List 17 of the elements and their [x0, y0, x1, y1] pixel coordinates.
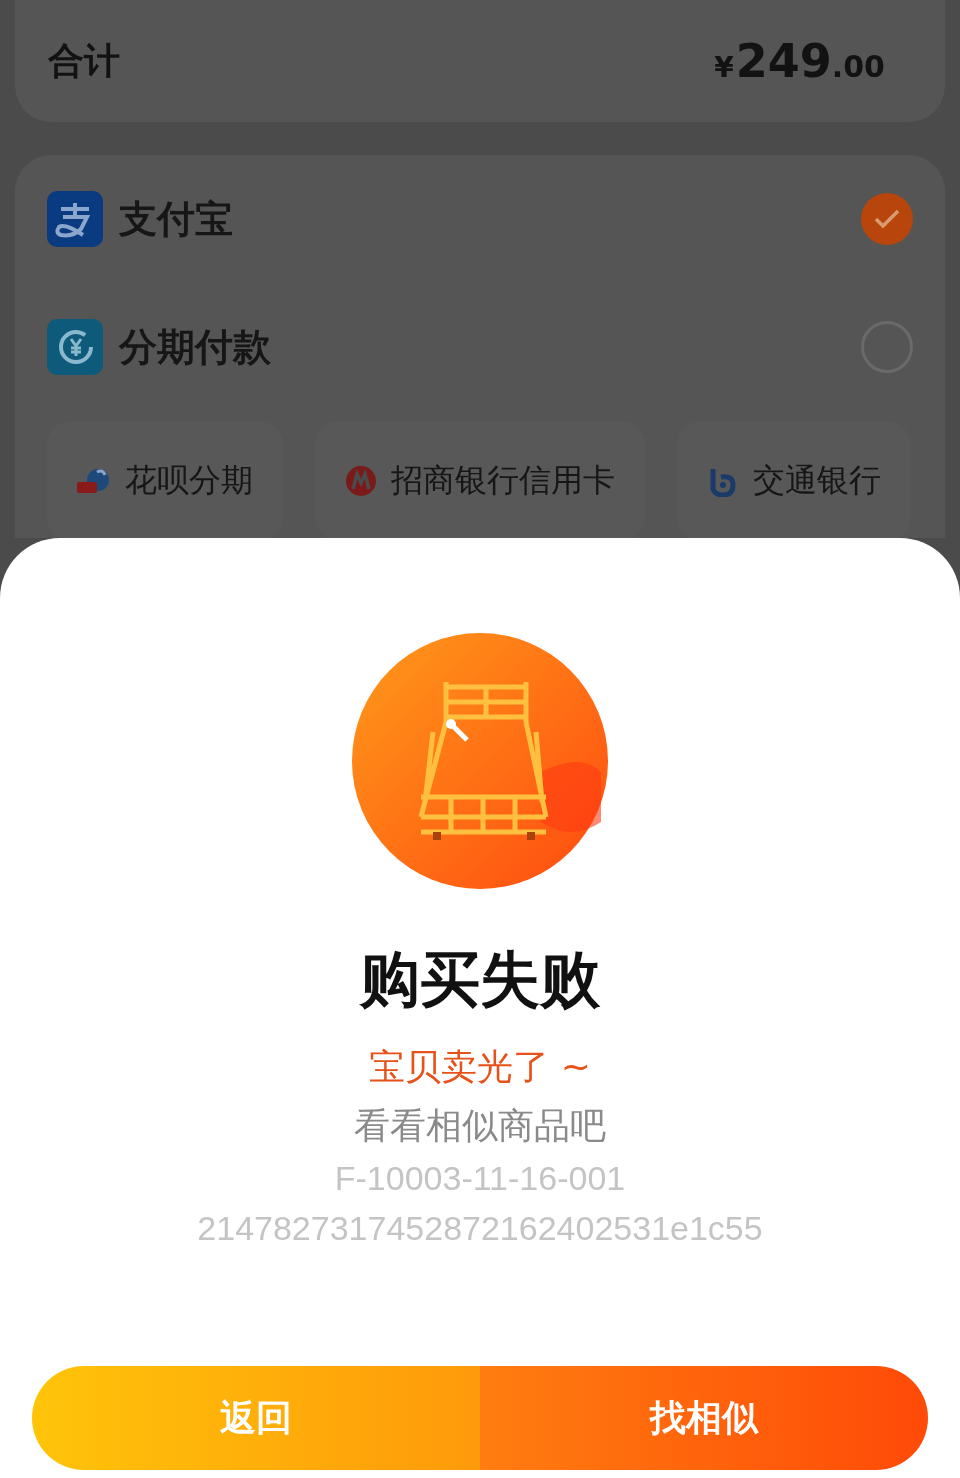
error-code: 2147827317452872162402531e1c55 — [197, 1207, 763, 1249]
sold-out-message: 宝贝卖光了 ~ — [369, 1045, 591, 1089]
huabei-icon — [77, 466, 111, 496]
payment-method-label[interactable]: 分期付款 — [119, 321, 861, 373]
payment-method-label[interactable]: 支付宝 — [119, 193, 861, 245]
hint-text: 看看相似商品吧 — [354, 1103, 606, 1148]
cmb-icon — [345, 465, 377, 497]
installment-icon — [47, 319, 103, 375]
error-code: F-10003-11-16-001 — [334, 1157, 626, 1199]
total-label: 合计 — [48, 38, 120, 83]
check-icon — [874, 209, 900, 229]
radio-button[interactable] — [861, 193, 913, 245]
back-button[interactable]: 返回 — [32, 1366, 480, 1470]
alipay-icon — [47, 191, 103, 247]
total-amount: ¥249.00 — [714, 34, 885, 88]
find-similar-button[interactable]: 找相似 — [480, 1366, 928, 1470]
dialog-title: 购买失败 — [360, 943, 600, 1016]
